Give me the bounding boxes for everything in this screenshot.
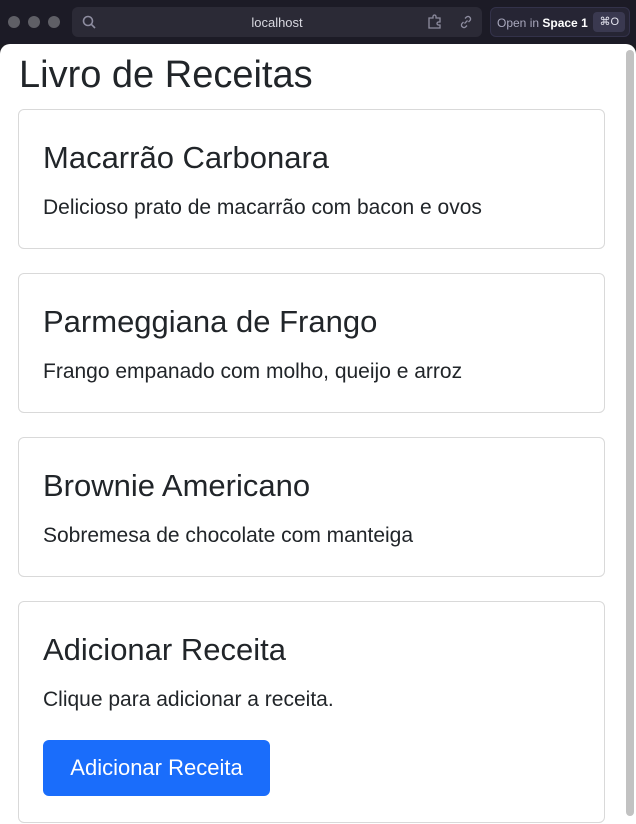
recipe-title: Brownie Americano: [43, 468, 311, 503]
url-text: localhost: [251, 15, 303, 30]
shortcut-badge: ⌘O: [593, 12, 625, 32]
add-recipe-card: Adicionar Receita Clique para adicionar …: [18, 601, 605, 823]
recipe-title: Macarrão Carbonara: [43, 140, 330, 175]
add-recipe-title: Adicionar Receita: [43, 632, 286, 667]
recipe-title: Parmeggiana de Frango: [43, 304, 378, 339]
add-recipe-description: Clique para adicionar a receita.: [43, 688, 334, 711]
recipe-description: Sobremesa de chocolate com manteiga: [43, 524, 414, 547]
open-in-target: Space 1: [542, 16, 588, 30]
add-recipe-button[interactable]: Adicionar Receita: [43, 740, 270, 796]
recipe-card[interactable]: Parmeggiana de Frango Frango empanado co…: [18, 273, 605, 413]
recipe-card[interactable]: Brownie Americano Sobremesa de chocolate…: [18, 437, 605, 577]
minimize-window-dot[interactable]: [28, 16, 40, 28]
recipe-card[interactable]: Macarrão Carbonara Delicioso prato de ma…: [18, 109, 605, 249]
address-bar[interactable]: localhost: [72, 7, 482, 37]
link-icon[interactable]: [458, 14, 474, 30]
vertical-scrollbar[interactable]: [626, 50, 634, 816]
open-in-prefix: Open in: [497, 16, 540, 30]
page-viewport: Livro de Receitas Macarrão Carbonara Del…: [0, 44, 636, 824]
extension-icon[interactable]: [427, 14, 443, 30]
maximize-window-dot[interactable]: [48, 16, 60, 28]
page-title: Livro de Receitas: [19, 54, 313, 96]
open-in-space-button[interactable]: Open in Space 1 ⌘O: [490, 7, 630, 37]
recipe-description: Delicioso prato de macarrão com bacon e …: [43, 196, 482, 219]
recipe-description: Frango empanado com molho, queijo e arro…: [43, 360, 463, 383]
close-window-dot[interactable]: [8, 16, 20, 28]
browser-titlebar: localhost Open in Space 1 ⌘O: [0, 0, 636, 44]
